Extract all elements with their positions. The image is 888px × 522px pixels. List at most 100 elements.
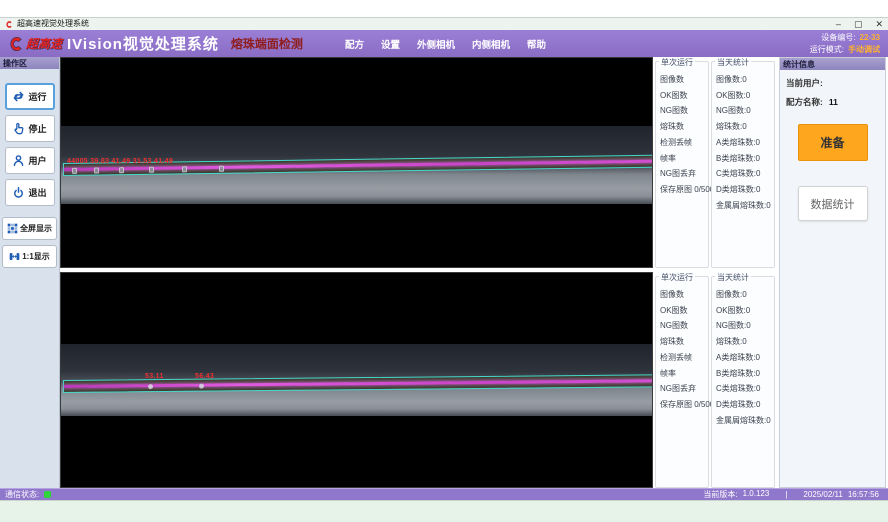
app-subtitle: 熔珠端面检测 [231, 35, 303, 52]
today-stats-group: 当天统计 图像数:0OK图数:0NG图数:0熔珠数:0A类熔珠数:0B类熔珠数:… [711, 276, 775, 488]
stat-row: 图像数 [660, 72, 708, 88]
run-button[interactable]: 运行 [5, 83, 55, 110]
minimize-icon[interactable]: – [836, 19, 841, 29]
stat-row: 保存原图 0/500 [660, 397, 708, 413]
brand-swirl-icon [8, 35, 24, 53]
status-date: 2025/02/11 [803, 490, 842, 499]
stat-row: 图像数:0 [716, 72, 774, 88]
stat-row: 检测丢帧 [660, 350, 708, 366]
single-run-rows: 图像数OK图数NG图数熔珠数检测丢帧帧率NG图丢弃保存原图 0/500 [660, 287, 708, 413]
exit-button-label: 退出 [28, 186, 46, 199]
maximize-icon[interactable]: ▢ [854, 19, 863, 29]
stat-row: B类熔珠数:0 [716, 151, 774, 167]
outer-camera-stats: 单次运行 图像数OK图数NG图数熔珠数检测丢帧帧率NG图丢弃保存原图 0/500… [655, 57, 777, 268]
recipe-name-row: 配方名称:11 [786, 96, 879, 108]
stat-row: NG图数:0 [716, 318, 774, 334]
stat-row: 熔珠数 [660, 119, 708, 135]
comm-status-indicator [44, 491, 51, 498]
detection-marker [149, 167, 154, 173]
stat-row: 熔珠数:0 [716, 119, 774, 135]
today-stats-rows: 图像数:0OK图数:0NG图数:0熔珠数:0A类熔珠数:0B类熔珠数:0C类熔珠… [716, 287, 774, 428]
detection-marker [199, 384, 204, 389]
stat-row: NG图数:0 [716, 103, 774, 119]
window-controls: – ▢ ✕ [836, 19, 883, 29]
stop-button-label: 停止 [28, 122, 46, 135]
status-bar: 通信状态: 当前版本: 1.0.123 | 2025/02/11 16:57:5… [0, 488, 888, 500]
fullscreen-button-label: 全屏显示 [20, 223, 52, 234]
run-button-label: 运行 [28, 90, 46, 103]
stat-row: NG图丢弃 [660, 381, 708, 397]
one-to-one-button-label: 1:1显示 [22, 251, 50, 262]
outer-camera-viewport[interactable]: 44005 39.83 41.49 31.53 41.49 [60, 57, 653, 268]
app-title: IVision视觉处理系统 [67, 33, 219, 54]
single-run-group: 单次运行 图像数OK图数NG图数熔珠数检测丢帧帧率NG图丢弃保存原图 0/500 [655, 276, 709, 488]
measurement-annotation: 53.11 [145, 373, 164, 380]
prepare-button[interactable]: 准备 [798, 124, 868, 161]
device-number-row: 设备编号:22-33 [810, 32, 880, 43]
stat-row: 图像数 [660, 287, 708, 303]
app-header: 超高速 IVision视觉处理系统 熔珠端面检测 配方设置外侧相机内侧相机帮助 … [0, 30, 888, 57]
run-mode-row: 运行模式: 手动调试 [810, 44, 880, 55]
stat-row: D类熔珠数:0 [716, 397, 774, 413]
detection-marker [182, 166, 187, 172]
inner-camera-viewport[interactable]: 53.11 56.43 [60, 272, 653, 488]
main-content: 操作区 运行 停止 用户 退出 [0, 57, 888, 488]
one-to-one-icon [9, 251, 20, 262]
menu-item[interactable]: 设置 [381, 37, 400, 51]
comm-status-label: 通信状态: [5, 489, 39, 500]
today-stats-rows: 图像数:0OK图数:0NG图数:0熔珠数:0A类熔珠数:0B类熔珠数:0C类熔珠… [716, 72, 774, 213]
version-label: 当前版本: [703, 489, 737, 500]
user-icon [12, 154, 25, 167]
exit-button[interactable]: 退出 [5, 179, 55, 206]
inner-camera-stats: 单次运行 图像数OK图数NG图数熔珠数检测丢帧帧率NG图丢弃保存原图 0/500… [655, 272, 777, 488]
user-button[interactable]: 用户 [5, 147, 55, 174]
operation-sidebar: 操作区 运行 停止 用户 退出 [0, 57, 60, 488]
stat-row: C类熔珠数:0 [716, 381, 774, 397]
stat-row: D类熔珠数:0 [716, 182, 774, 198]
close-icon[interactable]: ✕ [875, 19, 883, 29]
device-number-value: 22-33 [860, 33, 880, 42]
stat-row: A类熔珠数:0 [716, 135, 774, 151]
run-mode-label: 运行模式: [810, 45, 844, 54]
menu-item[interactable]: 内侧相机 [472, 37, 510, 51]
titlebar: 超高速视觉处理系统 – ▢ ✕ [0, 18, 888, 30]
today-stats-title: 当天统计 [715, 57, 751, 68]
status-time: 16:57:56 [848, 490, 879, 499]
current-user-row: 当前用户: [786, 77, 879, 89]
info-panel-title: 统计信息 [780, 58, 885, 70]
info-panel-body: 当前用户: 配方名称:11 准备 数据统计 [780, 70, 885, 228]
stat-row: 金属屑熔珠数:0 [716, 413, 774, 429]
sync-icon [12, 90, 25, 103]
device-info: 设备编号:22-33 运行模式: 手动调试 [810, 32, 880, 54]
detection-marker [72, 168, 77, 174]
recipe-name-value: 11 [829, 97, 838, 107]
stat-row: 金属屑熔珠数:0 [716, 198, 774, 214]
measurement-annotation: 44005 39.83 41.49 31.53 41.49 [67, 158, 173, 165]
single-run-group: 单次运行 图像数OK图数NG图数熔珠数检测丢帧帧率NG图丢弃保存原图 0/500 [655, 61, 709, 268]
stat-row: C类熔珠数:0 [716, 166, 774, 182]
stat-row: 帧率 [660, 366, 708, 382]
data-statistics-button[interactable]: 数据统计 [798, 186, 868, 221]
stat-row: 熔珠数:0 [716, 334, 774, 350]
app-window: 超高速视觉处理系统 – ▢ ✕ 超高速 IVision视觉处理系统 熔珠端面检测… [0, 18, 888, 500]
today-stats-title: 当天统计 [715, 272, 751, 283]
stat-row: 图像数:0 [716, 287, 774, 303]
menu-item[interactable]: 外侧相机 [417, 37, 455, 51]
one-to-one-button[interactable]: 1:1显示 [2, 245, 57, 268]
run-mode-value: 手动调试 [848, 45, 880, 54]
statistics-column: 单次运行 图像数OK图数NG图数熔珠数检测丢帧帧率NG图丢弃保存原图 0/500… [655, 57, 777, 488]
menu-item[interactable]: 帮助 [527, 37, 546, 51]
detection-marker [94, 167, 99, 173]
stop-button[interactable]: 停止 [5, 115, 55, 142]
datetime-group: 2025/02/11 16:57:56 [803, 490, 879, 499]
status-separator: | [785, 490, 787, 499]
stat-row: OK图数:0 [716, 303, 774, 319]
user-button-label: 用户 [28, 154, 46, 167]
fullscreen-button[interactable]: 全屏显示 [2, 217, 57, 240]
today-stats-group: 当天统计 图像数:0OK图数:0NG图数:0熔珠数:0A类熔珠数:0B类熔珠数:… [711, 61, 775, 268]
stat-row: A类熔珠数:0 [716, 350, 774, 366]
sidebar-title: 操作区 [0, 57, 59, 69]
menu-item[interactable]: 配方 [345, 37, 364, 51]
version-group: 当前版本: 1.0.123 [703, 489, 769, 500]
status-right: 当前版本: 1.0.123 | 2025/02/11 16:57:56 [703, 489, 883, 500]
